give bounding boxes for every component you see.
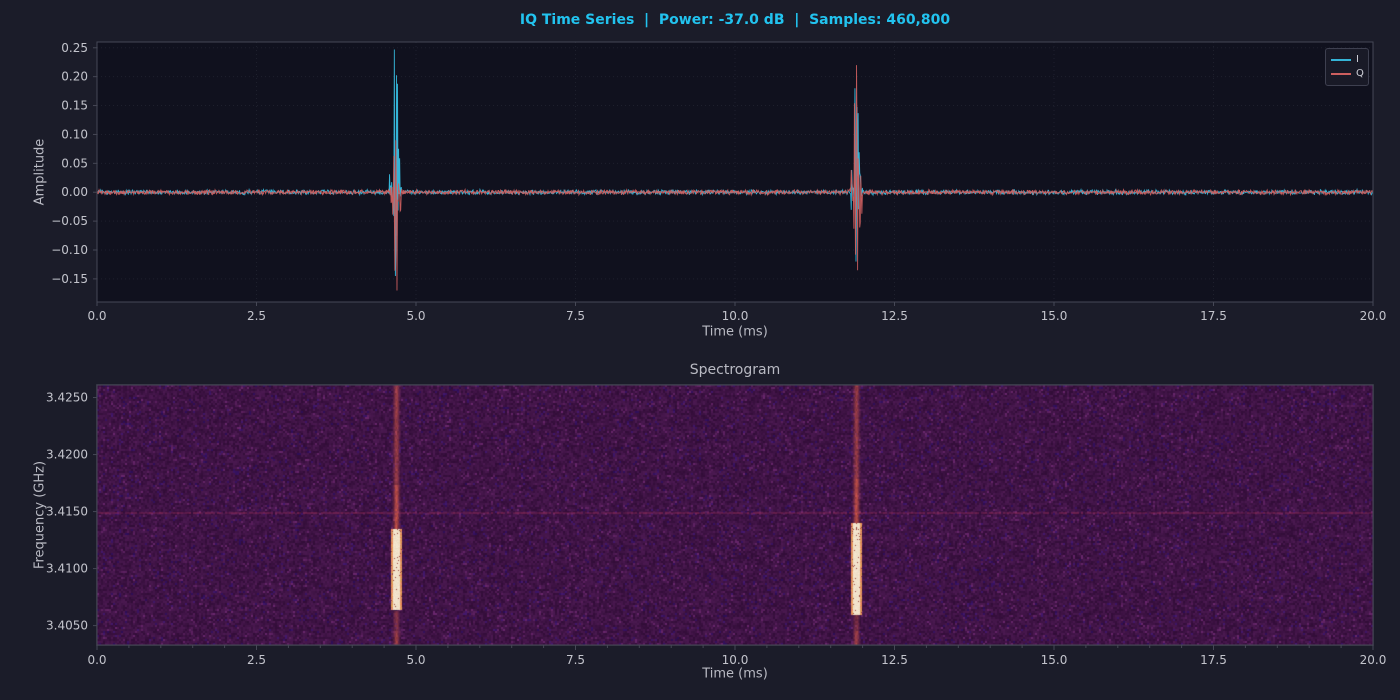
x-tick-label: 10.0 xyxy=(722,309,749,323)
x-tick-label: 5.0 xyxy=(406,309,425,323)
y-tick-label: 3.4250 xyxy=(46,391,88,405)
i-line-swatch xyxy=(1331,59,1351,61)
y-tick-label: 0.20 xyxy=(61,70,88,84)
x-tick-label: 2.5 xyxy=(247,653,266,667)
x-tick-label: 2.5 xyxy=(247,309,266,323)
x-tick-label: 15.0 xyxy=(1041,653,1068,667)
x-tick-label: 7.5 xyxy=(566,309,585,323)
legend-item-q: Q xyxy=(1331,67,1363,81)
y-tick-label: 0.05 xyxy=(61,156,88,170)
y-tick-label: −0.05 xyxy=(51,214,88,228)
spectrogram-axes: 0.0 2.5 5.0 7.5 10.0 12.5 15.0 17.5 20.0 3.4250 3.… xyxy=(0,350,1400,700)
x-tick-label: 20.0 xyxy=(1360,309,1387,323)
y-tick-label: 3.4050 xyxy=(46,619,88,633)
x-tick-label: 7.5 xyxy=(566,653,585,667)
iq-analyzer-figure: IQ Time Series | Power: -37.0 dB | Sampl… xyxy=(0,0,1400,700)
legend: IQ xyxy=(1325,48,1369,86)
x-tick-label: 15.0 xyxy=(1041,309,1068,323)
x-tick-label: 10.0 xyxy=(722,653,749,667)
y-tick-label: −0.10 xyxy=(51,243,88,257)
x-tick-label: 20.0 xyxy=(1360,653,1387,667)
y-tick-label: 0.00 xyxy=(61,185,88,199)
x-tick-label: 5.0 xyxy=(406,653,425,667)
y-tick-label: 0.10 xyxy=(61,127,88,141)
y-tick-label: 3.4150 xyxy=(46,505,88,519)
legend-label-i: I xyxy=(1356,55,1359,65)
x-tick-label: 0.0 xyxy=(87,653,106,667)
x-tick-label: 0.0 xyxy=(87,309,106,323)
x-tick-label: 12.5 xyxy=(881,309,908,323)
y-tick-label: 0.25 xyxy=(61,41,88,55)
spectrogram-spines xyxy=(97,385,1373,645)
legend-label-q: Q xyxy=(1356,69,1364,79)
y-tick-label: 0.15 xyxy=(61,99,88,113)
x-tick-label: 12.5 xyxy=(881,653,908,667)
legend-item-i: I xyxy=(1331,53,1363,67)
x-tick-label: 17.5 xyxy=(1200,653,1227,667)
y-tick-label: −0.15 xyxy=(51,272,88,286)
x-tick-label: 17.5 xyxy=(1200,309,1227,323)
q-line-swatch xyxy=(1331,73,1351,75)
iq-time-series-plot: 0.0 2.5 5.0 7.5 10.0 12.5 15.0 17.5 20.0 0.25 0.20… xyxy=(0,0,1400,350)
y-tick-label: 3.4100 xyxy=(46,562,88,576)
y-tick-label: 3.4200 xyxy=(46,448,88,462)
